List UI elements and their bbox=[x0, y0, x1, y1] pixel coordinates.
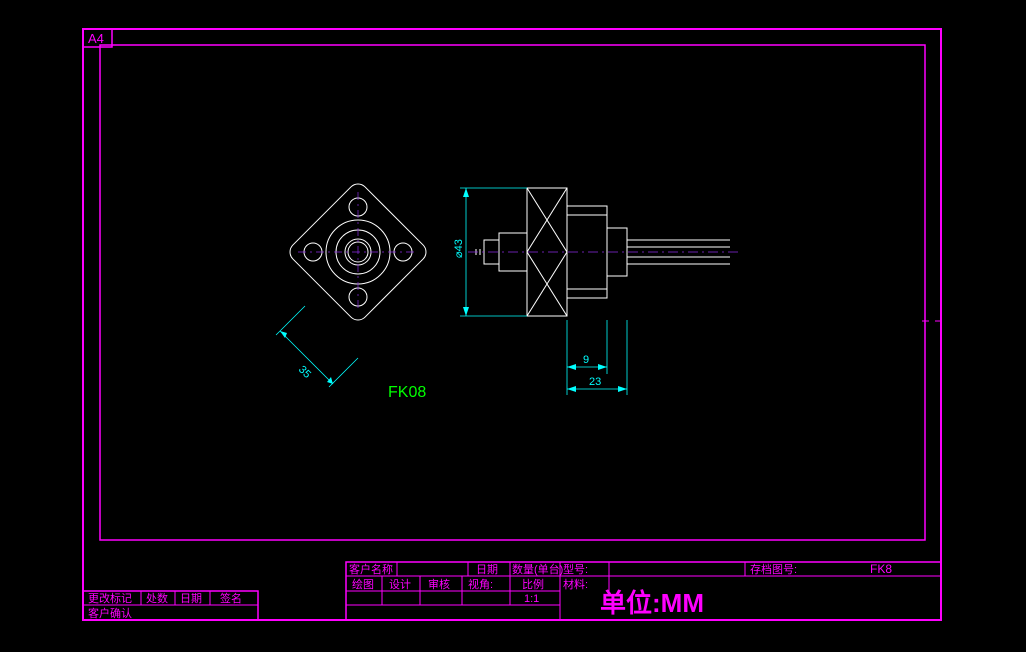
tb-units: 单位:MM bbox=[600, 588, 704, 618]
left-view: 35 bbox=[276, 180, 430, 387]
right-view bbox=[468, 188, 740, 316]
tb-material: 材料: bbox=[563, 577, 588, 591]
dim-height-label: ⌀43 bbox=[453, 239, 465, 258]
part-label: FK08 bbox=[388, 384, 426, 401]
tb-qty: 数量(单台) bbox=[512, 562, 563, 576]
tb-customer-confirm: 客户确认 bbox=[88, 606, 132, 620]
title-block: 更改标记 处数 日期 签名 客户确认 客户名称 日期 数量(单台) 型号: 存档… bbox=[83, 562, 941, 620]
dim-short-h: 9 bbox=[583, 354, 589, 366]
inner-border bbox=[100, 45, 925, 540]
dim-left-diagonal: 35 bbox=[296, 364, 313, 381]
tb-count: 处数 bbox=[146, 592, 168, 605]
dim-horizontal: 9 23 bbox=[567, 320, 627, 395]
tb-customer-name: 客户名称 bbox=[349, 562, 393, 576]
tb-review: 审核 bbox=[428, 577, 450, 591]
tb-sign: 签名 bbox=[220, 591, 242, 605]
tb-scale: 1:1 bbox=[524, 593, 539, 605]
tb-draw: 绘图 bbox=[352, 577, 374, 591]
tb-model: 型号: bbox=[563, 562, 588, 576]
tb-design: 设计 bbox=[389, 578, 411, 591]
tb-archive-value: FK8 bbox=[870, 562, 892, 576]
tb-date: 日期 bbox=[476, 563, 498, 576]
tb-change-mark: 更改标记 bbox=[88, 591, 132, 605]
paper-size-label: A4 bbox=[88, 31, 104, 46]
tb-archive: 存档图号: bbox=[750, 562, 797, 576]
tb-scale-lbl: 比例 bbox=[522, 577, 544, 591]
drawing-canvas: A4 35 FK08 bbox=[0, 0, 1026, 652]
tb-date-l: 日期 bbox=[180, 592, 202, 605]
tb-view: 视角: bbox=[468, 577, 493, 591]
outer-border bbox=[83, 29, 941, 620]
dim-long-h: 23 bbox=[589, 376, 601, 388]
